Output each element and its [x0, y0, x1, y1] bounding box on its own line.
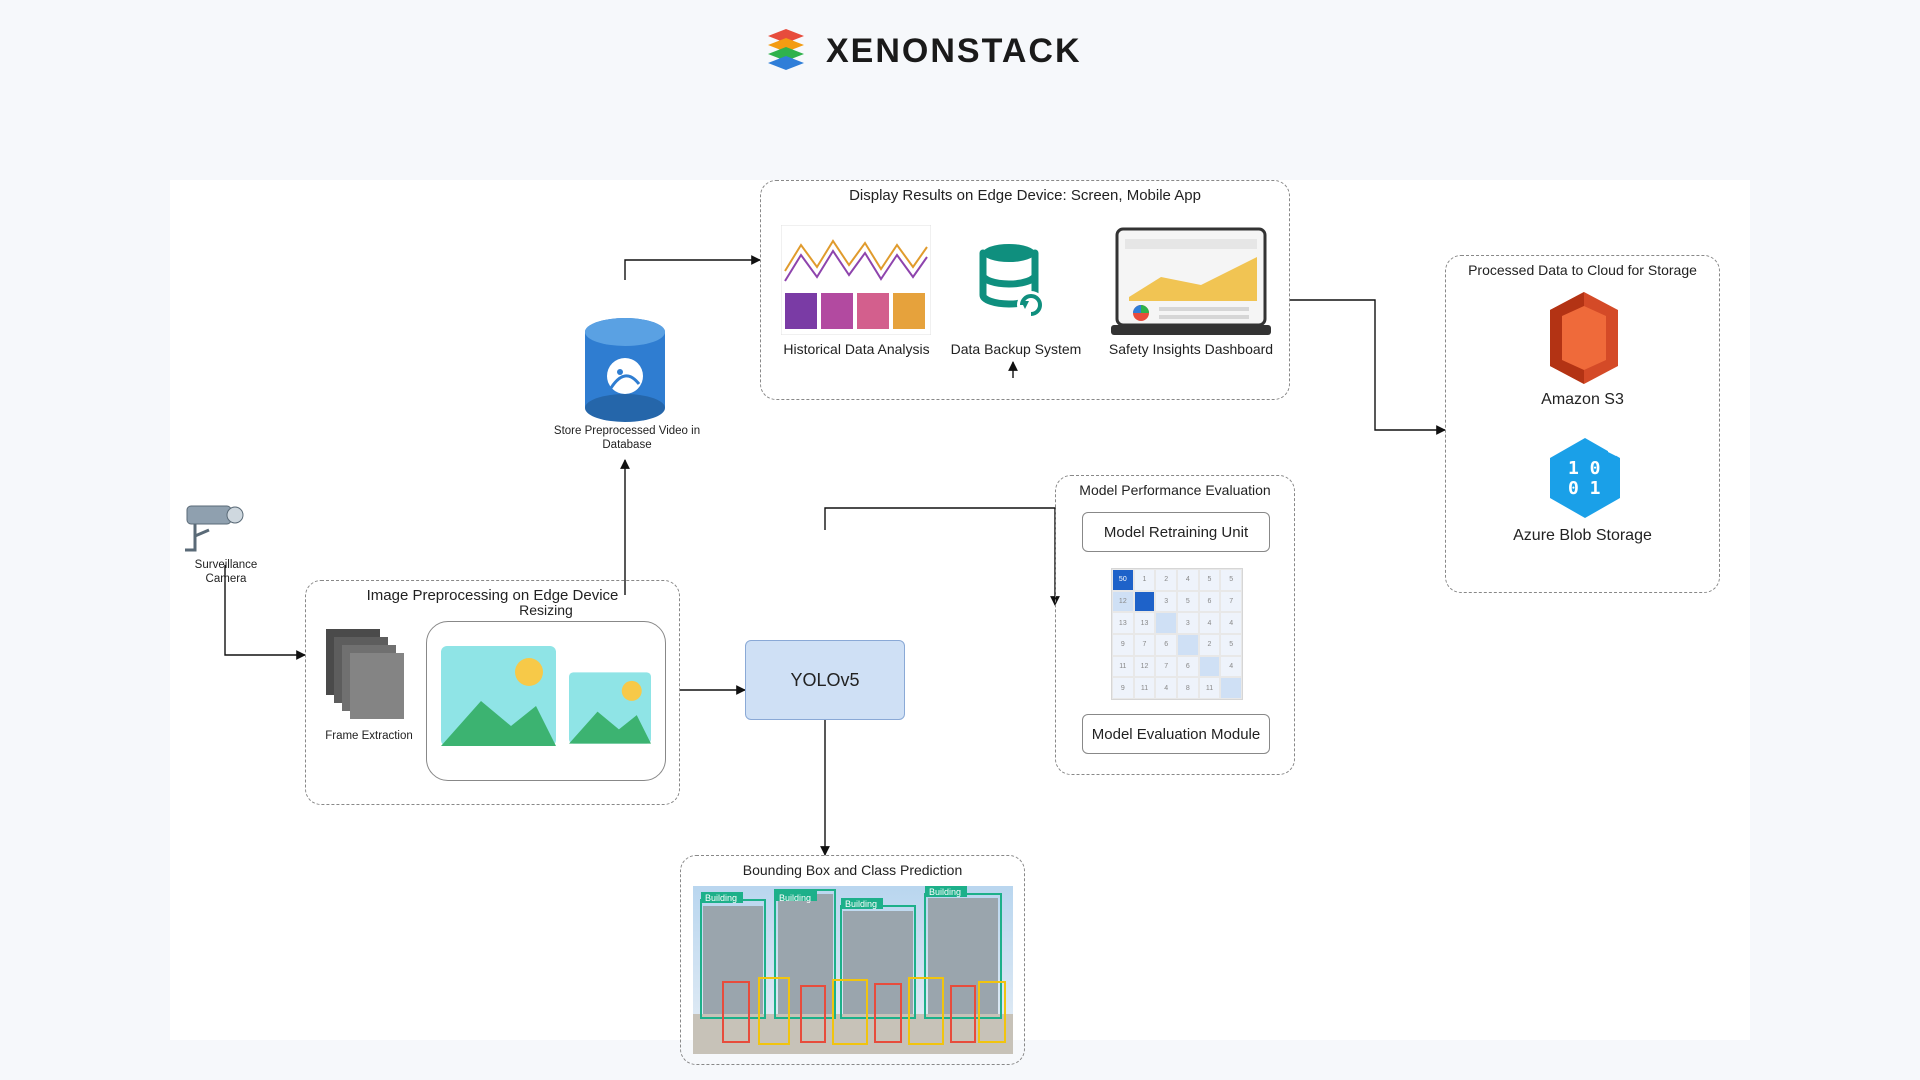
brand-name: XENONSTACK: [826, 32, 1082, 71]
svg-text:0 1: 0 1: [1568, 478, 1601, 499]
group-bounding-box-title: Bounding Box and Class Prediction: [681, 862, 1024, 878]
group-bounding-box: Bounding Box and Class Prediction Buildi…: [680, 855, 1025, 1065]
group-cloud-storage-title: Processed Data to Cloud for Storage: [1446, 262, 1719, 278]
image-small-icon: [569, 672, 651, 744]
svg-text:Building: Building: [845, 899, 877, 909]
historical-analysis-label: Historical Data Analysis: [769, 341, 944, 359]
surveillance-camera-icon: [185, 502, 265, 557]
svg-text:Building: Building: [929, 887, 961, 897]
surveillance-camera-label: Surveillance Camera: [176, 558, 276, 587]
resizing-box: Resizing: [426, 621, 666, 781]
svg-text:Building: Building: [705, 893, 737, 903]
database-label: Store Preprocessed Video in Database: [552, 424, 702, 453]
resizing-label: Resizing: [427, 602, 665, 620]
safety-dashboard-label: Safety Insights Dashboard: [1096, 341, 1286, 359]
model-evaluation-label: Model Evaluation Module: [1092, 726, 1260, 743]
model-retraining-label: Model Retraining Unit: [1104, 524, 1248, 541]
amazon-s3-label: Amazon S3: [1446, 390, 1719, 410]
historical-analysis-icon: [781, 225, 931, 335]
image-large-icon: [441, 646, 556, 746]
yolo-box: YOLOv5: [745, 640, 905, 720]
safety-dashboard-icon: [1111, 227, 1271, 339]
data-backup-label: Data Backup System: [946, 341, 1086, 359]
group-model-performance: Model Performance Evaluation Model Retra…: [1055, 475, 1295, 775]
detection-preview-icon: Building Building Building Building: [693, 886, 1013, 1054]
brand: XENONSTACK: [760, 25, 1082, 77]
yolo-label: YOLOv5: [790, 670, 859, 691]
amazon-s3-icon: [1546, 292, 1622, 384]
database-icon: [582, 318, 668, 422]
frame-extraction-label: Frame Extraction: [324, 729, 414, 743]
confusion-matrix-icon: 5012455 123567 1313344 97625 1112764 911…: [1111, 568, 1243, 700]
group-display-results: Display Results on Edge Device: Screen, …: [760, 180, 1290, 400]
data-backup-icon: [979, 243, 1049, 323]
azure-blob-icon: 1 0 0 1: [1550, 438, 1620, 518]
brand-logo-icon: [760, 25, 812, 77]
frame-stack-icon: [326, 629, 406, 719]
group-display-results-title: Display Results on Edge Device: Screen, …: [761, 187, 1289, 204]
group-model-performance-title: Model Performance Evaluation: [1056, 482, 1294, 498]
group-cloud-storage: Processed Data to Cloud for Storage Amaz…: [1445, 255, 1720, 593]
svg-text:Building: Building: [779, 893, 811, 903]
azure-blob-label: Azure Blob Storage: [1446, 526, 1719, 546]
group-image-preprocessing: Image Preprocessing on Edge Device Frame…: [305, 580, 680, 805]
model-retraining-box: Model Retraining Unit: [1082, 512, 1270, 552]
model-evaluation-box: Model Evaluation Module: [1082, 714, 1270, 754]
svg-text:1 0: 1 0: [1568, 458, 1601, 479]
